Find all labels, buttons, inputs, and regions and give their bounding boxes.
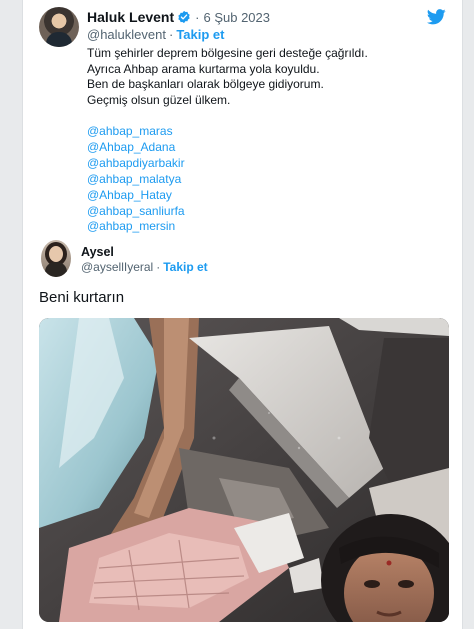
mention-link[interactable]: @ahbap_mersin: [87, 219, 185, 235]
rubble-photo-illustration: [39, 318, 449, 622]
author-name[interactable]: Haluk Levent: [87, 9, 174, 25]
mention-link[interactable]: @ahbap_maras: [87, 124, 185, 140]
quoted-follow-button[interactable]: Takip et: [163, 260, 207, 274]
twitter-bird-icon[interactable]: [427, 9, 446, 25]
separator-dot: ·: [195, 9, 200, 25]
tweet-text-line: Ayrıca Ahbap arama kurtarma yola koyuldu…: [87, 61, 320, 76]
mention-link[interactable]: @ahbap_malatya: [87, 172, 185, 188]
mention-list: @ahbap_maras @Ahbap_Adana @ahbapdiyarbak…: [87, 124, 185, 235]
quoted-tweet-text: Beni kurtarın: [39, 289, 125, 306]
author-avatar[interactable]: [39, 7, 79, 47]
follow-button[interactable]: Takip et: [176, 27, 224, 42]
handle-separator: ·: [156, 260, 161, 274]
author-handle[interactable]: @haluklevent: [87, 27, 166, 42]
tweet-text-line: Ben de başkanları olarak bölgeye gidiyor…: [87, 77, 324, 92]
quoted-author-handle[interactable]: @aysellIyeral: [81, 260, 153, 274]
quoted-author-avatar[interactable]: [41, 240, 71, 277]
tweet-text: Tüm şehirler deprem bölgesine geri deste…: [87, 46, 387, 109]
author-handle-row: @haluklevent · Takip et: [87, 26, 224, 42]
handle-separator: ·: [168, 26, 174, 42]
tweet-date[interactable]: 6 Şub 2023: [203, 10, 270, 25]
mention-link[interactable]: @Ahbap_Adana: [87, 140, 185, 156]
tweet-photo[interactable]: [39, 318, 449, 622]
mention-link[interactable]: @ahbap_sanliurfa: [87, 204, 185, 220]
verified-badge-icon: [178, 10, 190, 24]
quoted-author-handle-row: @aysellIyeral · Takip et: [81, 260, 208, 274]
tweet-text-line: Tüm şehirler deprem bölgesine geri deste…: [87, 46, 368, 60]
author-name-row: Haluk Levent · 6 Şub 2023: [87, 9, 270, 25]
quoted-author-name[interactable]: Aysel: [81, 245, 114, 259]
mention-link[interactable]: @Ahbap_Hatay: [87, 188, 185, 204]
tweet-text-line: Geçmiş olsun güzel ülkem.: [87, 93, 231, 108]
mention-link[interactable]: @ahbapdiyarbakir: [87, 156, 185, 172]
tweet-card: Haluk Levent · 6 Şub 2023 @haluklevent ·…: [22, 0, 463, 629]
